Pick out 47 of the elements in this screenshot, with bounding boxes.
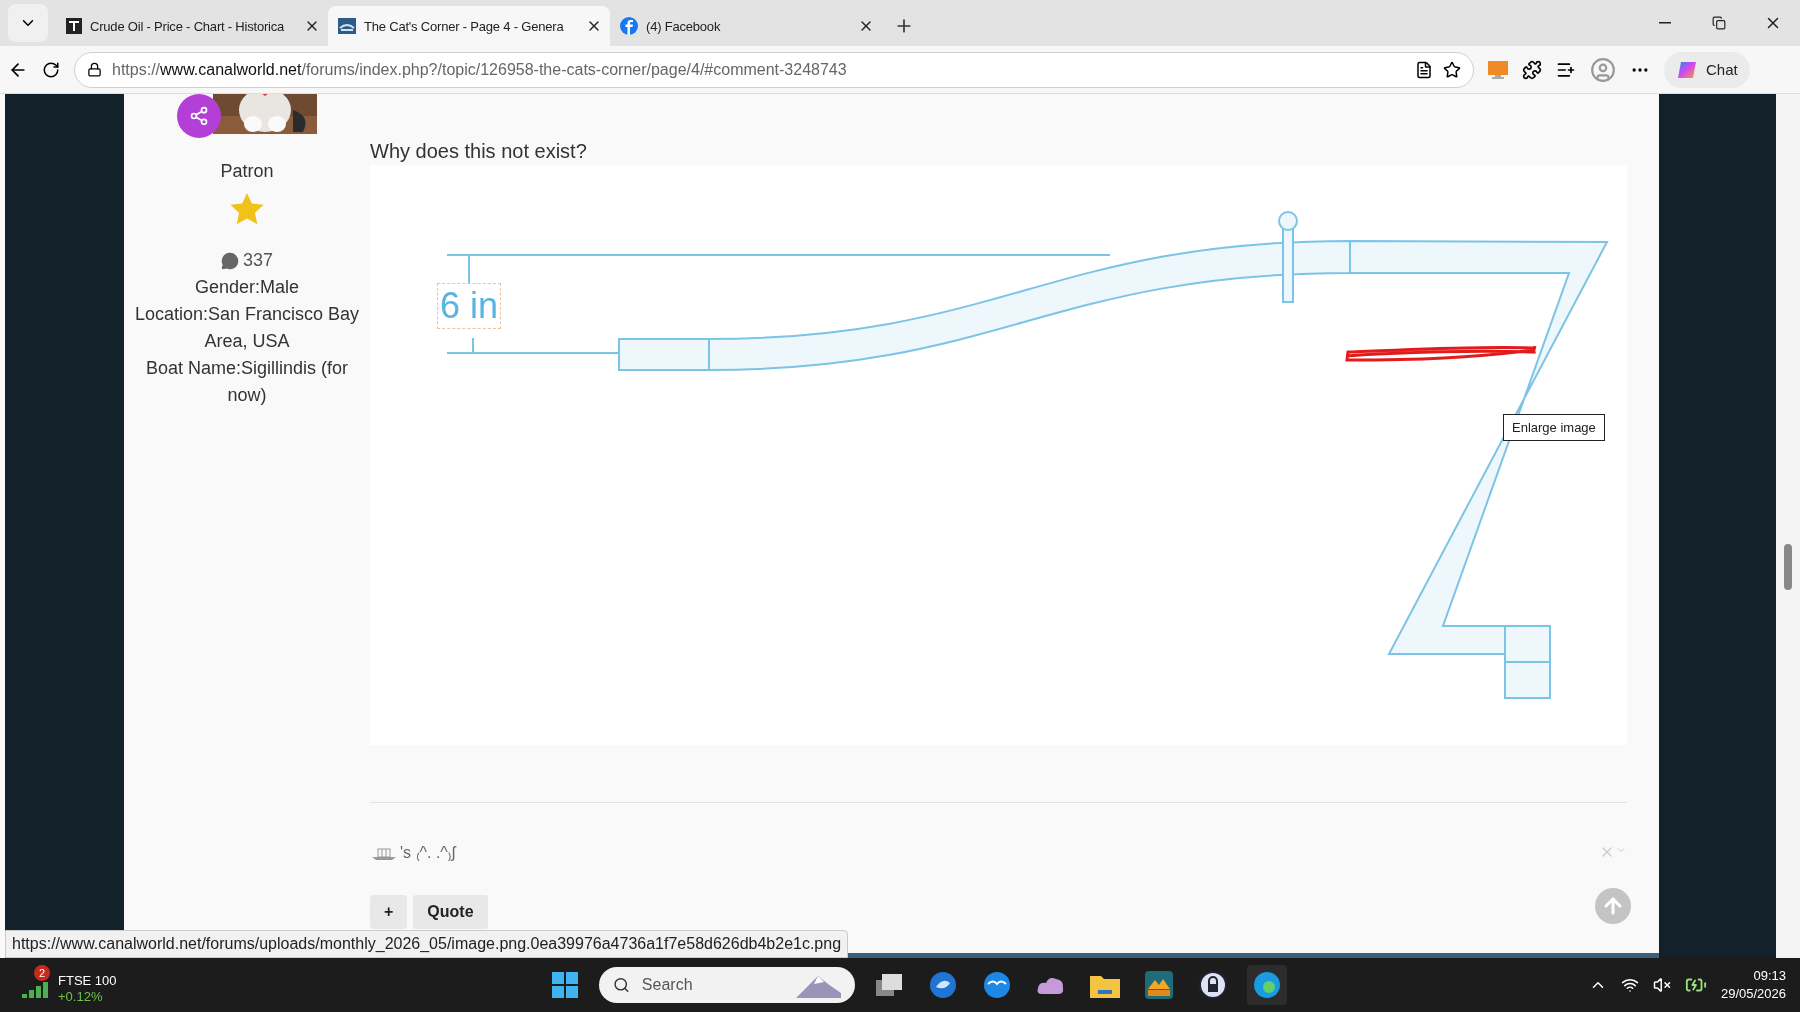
facebook-logo-icon xyxy=(620,17,638,35)
tooltip: Enlarge image xyxy=(1503,414,1605,441)
profile-field: Gender:Male xyxy=(129,274,365,301)
post-text: Why does this not exist? xyxy=(370,140,588,164)
add-button[interactable]: + xyxy=(370,895,408,929)
volume-muted-icon[interactable] xyxy=(1652,976,1671,994)
url-text: https://www.canalworld.net/forums/index.php?/topic/126958-the-cats-corner/page/4/#comment-3248743 xyxy=(112,60,848,79)
notification-badge: 2 xyxy=(34,965,50,981)
widget-change: +0.12% xyxy=(58,989,104,1005)
widget-title: FTSE 100 xyxy=(58,973,117,989)
scrollbar[interactable] xyxy=(1776,94,1800,958)
chat-button[interactable]: Chat xyxy=(1664,51,1750,88)
profile-field: Location:San Francisco Bay Area, USA xyxy=(129,301,365,355)
browser-tab[interactable]: Crude Oil - Price - Chart - Historica xyxy=(56,6,328,46)
reader-view-icon[interactable] xyxy=(1415,60,1433,79)
reload-icon[interactable] xyxy=(42,60,60,79)
post-count: 337 xyxy=(242,249,273,272)
status-url: https://www.canalworld.net/forums/uploads/monthly_2026_05/image.png.0ea39976a4736a1f7e58d626db4b2e1c.png xyxy=(5,930,849,958)
profile-avatar-icon[interactable] xyxy=(1590,56,1616,83)
signature-text: 's ₍^. .^₎ʃ xyxy=(400,843,456,863)
search-icon xyxy=(613,975,630,995)
tab-title: Crude Oil - Price - Chart - Historica xyxy=(90,18,286,34)
search-input[interactable]: Search xyxy=(639,975,784,995)
lock-icon xyxy=(87,62,102,77)
member-title: Patron xyxy=(220,160,274,183)
browser-tab[interactable]: The Cat's Corner - Page 4 - Genera xyxy=(328,6,610,46)
extensions-icon[interactable] xyxy=(1522,59,1542,80)
browser-tab[interactable]: (4) Facebook xyxy=(610,6,882,46)
letters-logo-icon xyxy=(66,18,82,34)
quote-button[interactable]: Quote xyxy=(413,895,488,929)
tab-title: (4) Facebook xyxy=(646,18,722,34)
comment-icon xyxy=(220,251,239,270)
taskbar-search[interactable]: Search xyxy=(599,967,855,1003)
stock-widget[interactable]: 2 FTSE 100 +0.12% xyxy=(22,965,117,1005)
tab-title: The Cat's Corner - Page 4 - Genera xyxy=(364,18,565,34)
dimension-label: 6 in xyxy=(437,283,501,329)
clock[interactable]: 09:13 29/05/2026 xyxy=(1720,967,1786,1003)
favorite-star-icon[interactable] xyxy=(1443,60,1461,79)
wifi-icon[interactable] xyxy=(1620,976,1639,994)
star-icon xyxy=(230,193,264,225)
address-bar[interactable]: https://www.canalworld.net/forums/index.php?/topic/126958-the-cats-corner/page/4/#comment-3248743 xyxy=(74,51,1474,88)
boat-logo-icon xyxy=(338,18,356,34)
minimize-icon xyxy=(1659,22,1671,24)
profile-field: Boat Name:Sigillindis (for now) xyxy=(129,355,365,409)
diagram-image[interactable]: 6 in Enlarge image xyxy=(370,165,1627,745)
share-badge[interactable] xyxy=(177,94,221,138)
restore-icon xyxy=(1712,16,1726,30)
